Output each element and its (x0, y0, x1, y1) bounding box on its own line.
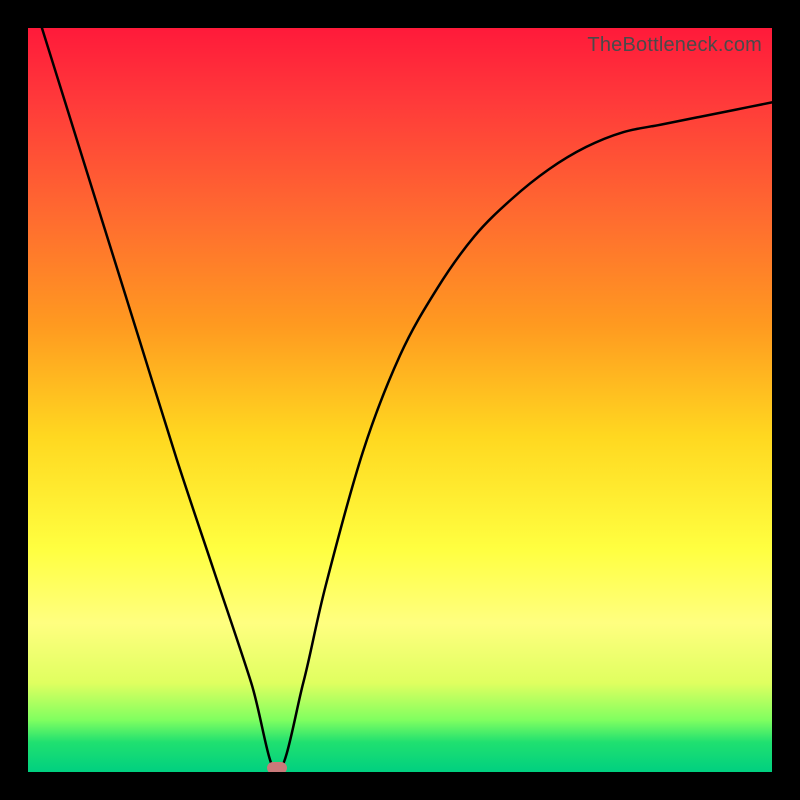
bottleneck-curve (28, 28, 772, 772)
plot-area: TheBottleneck.com (28, 28, 772, 772)
optimum-marker (267, 762, 287, 772)
chart-container: TheBottleneck.com (0, 0, 800, 800)
